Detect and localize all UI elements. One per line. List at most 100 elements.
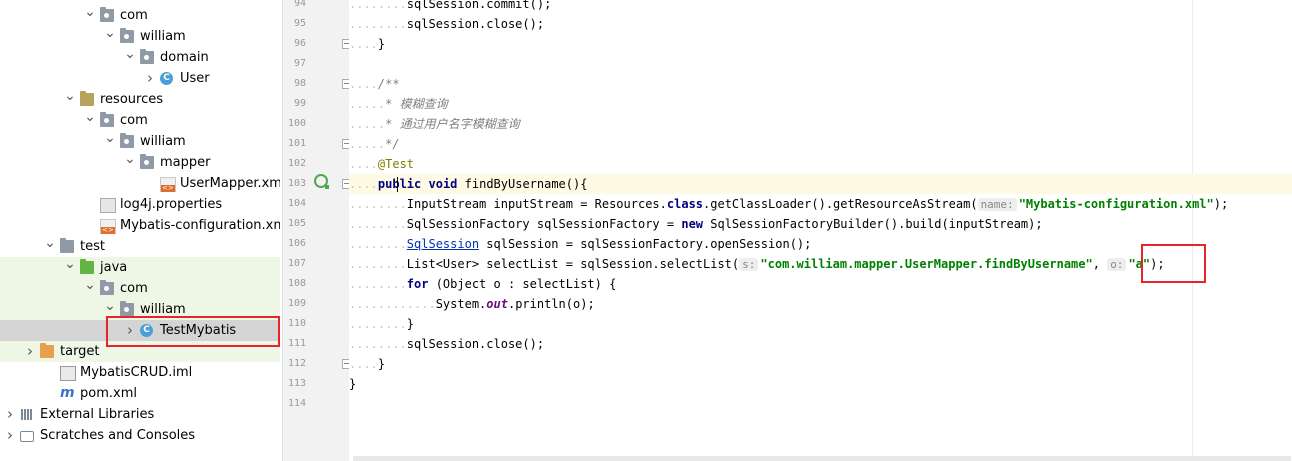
maven-icon: m	[60, 385, 75, 401]
tree-scratches-consoles[interactable]: › Scratches and Consoles	[0, 425, 280, 446]
expand-arrow-icon[interactable]: ⌄	[84, 278, 96, 292]
expand-arrow-icon[interactable]: ⌄	[104, 26, 116, 40]
tree-package-william[interactable]: ⌄ william	[0, 26, 280, 47]
line-number: 98	[293, 78, 306, 89]
line-number: 97	[293, 58, 306, 69]
code-text: SqlSessionFactoryBuilder().build(inputSt…	[703, 217, 1043, 231]
tree-item-label: log4j.properties	[120, 197, 223, 212]
expand-arrow-icon[interactable]: ⌄	[64, 89, 76, 103]
code-line-94: ........sqlSession.commit();	[349, 0, 1292, 14]
code-line-102: ....@Test	[349, 157, 415, 171]
code-text: .println(o);	[507, 297, 595, 311]
project-tree-panel: ⌄ com ⌄ william ⌄ domain › C User ⌄ resources ⌄ com ⌄…	[0, 0, 280, 461]
tree-item-label: Scratches and Consoles	[40, 428, 196, 443]
tree-file-mybatis-config[interactable]: Mybatis-configuration.xml	[0, 215, 280, 236]
expand-arrow-icon[interactable]: ⌄	[124, 152, 136, 166]
expand-arrow-icon[interactable]: ⌄	[104, 299, 116, 313]
code-line-96: ....}	[349, 37, 386, 51]
parameter-hint: o:	[1107, 258, 1127, 271]
code-text: }	[406, 317, 415, 331]
line-number: 102	[287, 158, 306, 169]
comment-text: *	[385, 97, 400, 111]
code-line-98: ..../**	[349, 77, 400, 91]
line-number: 101	[287, 138, 306, 149]
comment-text: 通过用户名字模糊查询	[399, 117, 520, 131]
tree-folder-java[interactable]: ⌄ java	[0, 257, 280, 278]
expand-arrow-icon[interactable]: ⌄	[64, 257, 76, 271]
code-text: InputStream inputStream = Resources.	[406, 197, 667, 211]
tree-class-user[interactable]: › C User	[0, 68, 280, 89]
tree-item-label: com	[120, 113, 148, 128]
tree-item-label: UserMapper.xml	[180, 176, 280, 191]
code-text: }	[349, 377, 357, 391]
code-text: sqlSession.commit();	[406, 0, 552, 11]
code-text: );	[1213, 197, 1229, 211]
run-test-icon[interactable]	[314, 174, 329, 189]
collapse-arrow-icon[interactable]: ›	[4, 425, 16, 445]
keyword: class	[666, 197, 704, 211]
keyword: for	[406, 277, 429, 291]
code-line-112: ....}	[349, 357, 386, 371]
line-number: 107	[287, 258, 306, 269]
tree-external-libraries[interactable]: › External Libraries	[0, 404, 280, 425]
code-line-95: ........sqlSession.close();	[349, 17, 545, 31]
tree-package-com-res[interactable]: ⌄ com	[0, 110, 280, 131]
tree-item-label: External Libraries	[40, 407, 155, 422]
line-number: 108	[287, 278, 306, 289]
string-literal: "Mybatis-configuration.xml"	[1018, 197, 1214, 211]
line-number: 104	[287, 198, 306, 209]
comment-text: *	[385, 117, 400, 131]
class-reference[interactable]: SqlSession	[407, 237, 479, 251]
code-line-104: ........InputStream inputStream = Resour…	[349, 197, 1229, 211]
tree-package-com-test[interactable]: ⌄ com	[0, 278, 280, 299]
tree-item-label: MybatisCRUD.iml	[80, 365, 193, 380]
expand-arrow-icon[interactable]: ⌄	[124, 47, 136, 61]
code-line-113: }	[349, 374, 1292, 394]
tree-package-mapper[interactable]: ⌄ mapper	[0, 152, 280, 173]
package-icon	[140, 49, 154, 64]
line-number: 95	[293, 18, 306, 29]
libraries-icon	[20, 408, 34, 421]
code-text: findByUsername(){	[464, 177, 588, 191]
collapse-arrow-icon[interactable]: ›	[4, 404, 16, 424]
collapse-arrow-icon[interactable]: ›	[24, 341, 36, 361]
tree-file-mybatiscrud-iml[interactable]: MybatisCRUD.iml	[0, 362, 280, 383]
expand-arrow-icon[interactable]: ⌄	[84, 5, 96, 19]
tree-package-william-res[interactable]: ⌄ william	[0, 131, 280, 152]
tree-file-log4j[interactable]: log4j.properties	[0, 194, 280, 215]
comment-text: /**	[377, 77, 400, 91]
package-icon	[120, 133, 134, 148]
code-text: .getClassLoader().getResourceAsStream(	[703, 197, 978, 211]
line-number: 100	[287, 118, 306, 129]
expand-arrow-icon[interactable]: ⌄	[104, 131, 116, 145]
line-number: 96	[293, 38, 306, 49]
package-icon	[100, 280, 114, 295]
tree-folder-resources[interactable]: ⌄ resources	[0, 89, 280, 110]
line-number: 103	[287, 178, 306, 189]
line-number: 109	[287, 298, 306, 309]
expand-arrow-icon[interactable]: ⌄	[84, 110, 96, 124]
collapse-arrow-icon[interactable]: ›	[144, 68, 156, 88]
package-icon	[120, 28, 134, 43]
tree-folder-test[interactable]: ⌄ test	[0, 236, 280, 257]
tree-file-pom-xml[interactable]: m pom.xml	[0, 383, 280, 404]
code-editor[interactable]: ........sqlSession.commit(); ........sql…	[349, 0, 1292, 461]
tree-item-label: Mybatis-configuration.xml	[120, 218, 280, 233]
tree-item-label: java	[100, 260, 128, 275]
code-text: sqlSession.close();	[406, 337, 545, 351]
comment-text: 模糊查询	[399, 97, 448, 111]
expand-arrow-icon[interactable]: ⌄	[44, 236, 56, 250]
parameter-hint: s:	[739, 258, 759, 271]
tree-package-domain[interactable]: ⌄ domain	[0, 47, 280, 68]
line-number: 105	[287, 218, 306, 229]
tree-item-label: com	[120, 281, 148, 296]
tree-file-usermapper-xml[interactable]: UserMapper.xml	[0, 173, 280, 194]
horizontal-scrollbar[interactable]	[353, 456, 1291, 461]
keyword: public	[377, 177, 422, 191]
tree-item-label: com	[120, 8, 148, 23]
tree-item-label: domain	[160, 50, 209, 65]
tree-package-com[interactable]: ⌄ com	[0, 5, 280, 26]
code-line-109: ............System.out.println(o);	[349, 297, 595, 311]
